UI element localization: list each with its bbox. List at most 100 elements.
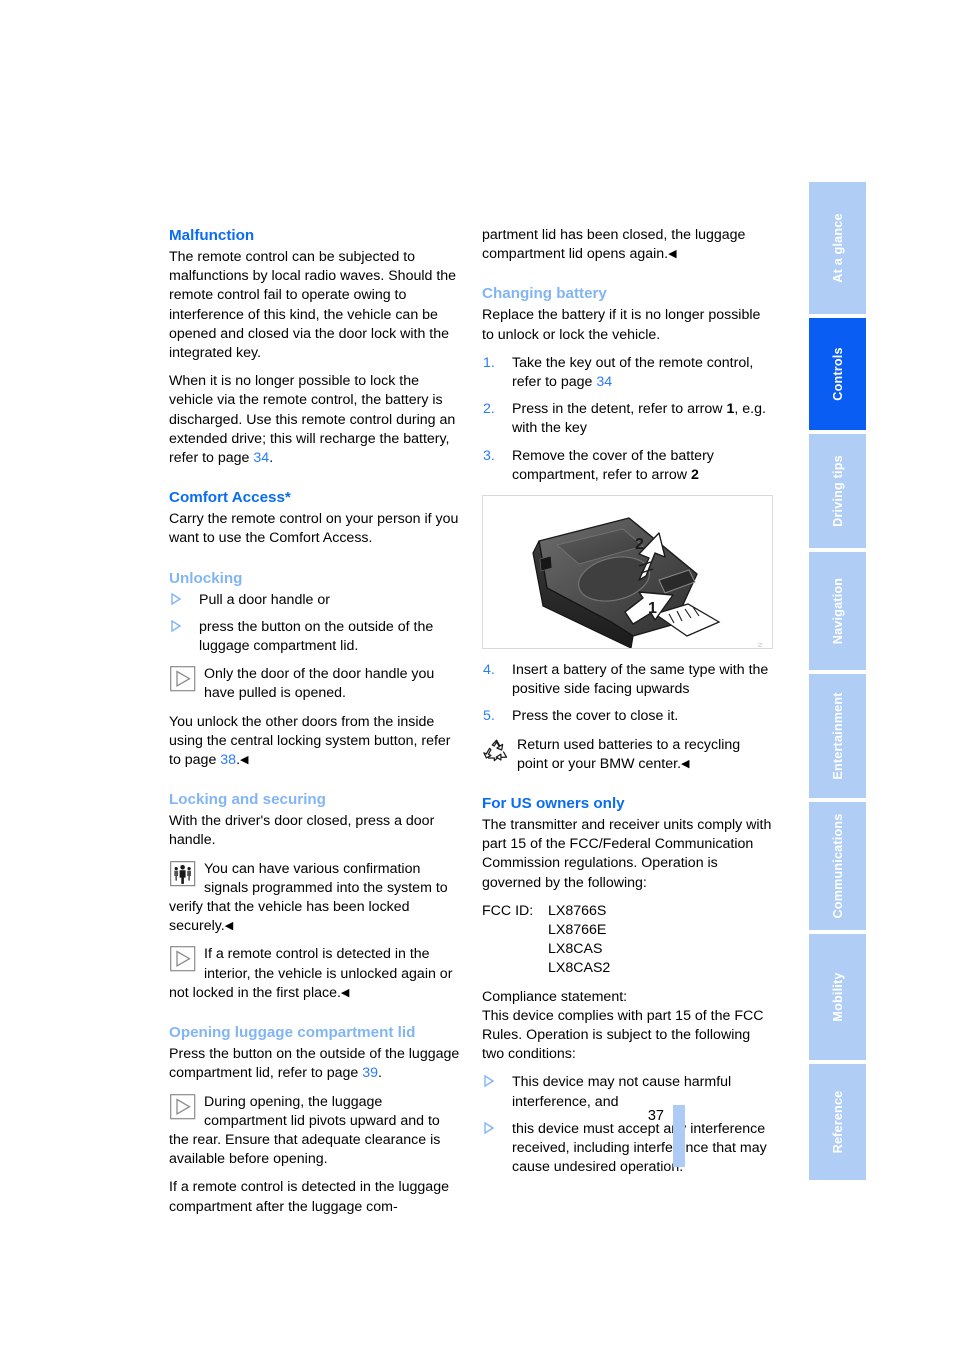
fcc-id-values: LX8766S LX8766E LX8CAS LX8CAS2: [548, 902, 610, 979]
page-reference-39[interactable]: 39: [362, 1065, 378, 1081]
manual-page: Malfunction The remote control can be su…: [0, 0, 954, 1351]
fcc-id-block: FCC ID: LX8766S LX8766E LX8CAS LX8CAS2: [482, 902, 773, 979]
note-recycling-body: Return used batteries to a recycling poi…: [517, 736, 741, 772]
list-item: This device may not cause harmful interf…: [482, 1073, 773, 1111]
tab-entertainment[interactable]: Entertainment: [809, 674, 866, 798]
section-end-marker: ◀: [681, 757, 690, 770]
section-end-marker: ◀: [224, 920, 234, 933]
tab-mobility[interactable]: Mobility: [809, 934, 866, 1060]
fob-side-notch: [539, 555, 553, 572]
note-confirmation-text: You can have various confirmation signal…: [169, 860, 460, 937]
malfunction-p2-tail: .: [269, 450, 274, 467]
step-number: 3.: [483, 447, 495, 464]
tab-label: Controls: [830, 347, 845, 401]
fcc-conditions-list: This device may not cause harmful interf…: [482, 1073, 773, 1177]
list-item: press the button on the outside of the l…: [169, 618, 460, 656]
list-item-label: press the button on the outside of the l…: [199, 618, 434, 655]
fcc-id-value: LX8766S: [548, 902, 607, 919]
opening-luggage-tail: .: [377, 1065, 382, 1082]
heading-unlocking: Unlocking: [169, 569, 243, 587]
changing-battery-steps-after-figure: 4. Insert a battery of the same type wit…: [482, 661, 773, 727]
malfunction-p2-text: When it is no longer possible to lock th…: [169, 373, 456, 467]
list-item-label: Pull a door handle or: [199, 591, 330, 608]
note-luggage-opening-text: During opening, the luggage compartment …: [169, 1093, 441, 1168]
list-item-label: this device must accept any interference…: [512, 1120, 767, 1176]
recycling-icon: [483, 737, 511, 763]
right-text-column: partment lid has been closed, the luggag…: [482, 226, 773, 1187]
left-text-column: Malfunction The remote control can be su…: [169, 226, 460, 1217]
compliance-label: Compliance statement:: [482, 988, 628, 1005]
note-unlocking-text: Only the door of the door handle you hav…: [204, 666, 435, 702]
page-number: 37: [647, 1108, 664, 1124]
fcc-id-value: LX8766E: [548, 922, 607, 939]
note-triangle-icon: [170, 946, 198, 972]
malfunction-paragraph-2: When it is no longer possible to lock th…: [169, 372, 460, 468]
remote-key-battery-diagram: 2 1 VW3629204N: [482, 495, 773, 650]
list-item: this device must accept any interference…: [482, 1120, 773, 1178]
step-text: Remove the cover of the battery compartm…: [512, 447, 714, 483]
step-number: 4.: [483, 662, 495, 679]
figure-caption: VW3629204N: [751, 642, 770, 648]
note-unlocking: Only the door of the door handle you hav…: [169, 665, 460, 703]
tab-label: Mobility: [830, 972, 845, 1022]
heading-for-us-owners-only: For US owners only: [482, 795, 625, 813]
note-interior-body: If a remote control is detected in the i…: [169, 946, 453, 1001]
opening-luggage-continued: If a remote control is detected in the l…: [169, 1179, 449, 1215]
page-reference-38[interactable]: 38: [220, 752, 236, 768]
fcc-id-label: FCC ID:: [482, 902, 534, 919]
note-battery-recycling: Return used batteries to a recycling poi…: [482, 736, 773, 774]
step-number: 2.: [483, 401, 495, 418]
arrow-2-label: 2: [635, 536, 644, 553]
step-text: Press in the detent, refer to arrow: [512, 401, 727, 418]
arrow-label-2: 2: [690, 466, 699, 483]
list-item: 4. Insert a battery of the same type wit…: [482, 661, 773, 699]
opening-luggage-paragraph: Press the button on the outside of the l…: [169, 1045, 460, 1083]
list-item: Pull a door handle or: [169, 591, 460, 610]
tab-communications[interactable]: Communications: [809, 802, 866, 930]
tab-label: Navigation: [830, 577, 845, 645]
list-item: 1. Take the key out of the remote contro…: [482, 354, 773, 392]
tab-label: Entertainment: [830, 692, 845, 780]
step-text: Press the cover to close it.: [512, 708, 679, 725]
malfunction-paragraph-1: The remote control can be subjected to m…: [169, 249, 457, 362]
unlocking-after-note: You unlock the other doors from the insi…: [169, 713, 460, 771]
section-end-marker: ◀: [668, 248, 677, 261]
changing-battery-steps-before-figure: 1. Take the key out of the remote contro…: [482, 354, 773, 485]
list-item: 3. Remove the cover of the battery compa…: [482, 447, 773, 485]
tab-at-a-glance[interactable]: At a glance: [809, 182, 866, 314]
note-interior-detection: If a remote control is detected in the i…: [169, 945, 460, 1003]
section-end-marker: ◀: [240, 754, 249, 767]
tab-label: Communications: [830, 813, 845, 919]
arrow-1-label: 1: [648, 600, 657, 617]
section-tab-rail: At a glance Controls Driving tips Naviga…: [809, 182, 866, 1180]
note-interior-detection-text: If a remote control is detected in the i…: [169, 945, 460, 1003]
tab-driving-tips[interactable]: Driving tips: [809, 434, 866, 548]
page-reference-34[interactable]: 34: [596, 374, 612, 390]
continuation-text: partment lid has been closed, the luggag…: [482, 227, 746, 263]
tab-reference[interactable]: Reference: [809, 1064, 866, 1180]
page-reference-34[interactable]: 34: [253, 450, 269, 466]
heading-malfunction: Malfunction: [169, 227, 255, 244]
heading-comfort-access: Comfort Access*: [169, 489, 291, 507]
tab-controls[interactable]: Controls: [809, 318, 866, 430]
list-item-label: This device may not cause harmful interf…: [512, 1074, 732, 1110]
heading-locking-and-securing: Locking and securing: [169, 791, 326, 809]
heading-opening-luggage-compartment-lid: Opening luggage compartment lid: [169, 1024, 416, 1042]
step-number: 5.: [483, 708, 495, 725]
note-confirmation-signals: You can have various confirmation signal…: [169, 860, 460, 937]
tab-label: At a glance: [830, 213, 845, 283]
heading-changing-battery: Changing battery: [482, 285, 607, 303]
tab-navigation[interactable]: Navigation: [809, 552, 866, 670]
us-owners-intro: The transmitter and receiver units compl…: [482, 817, 772, 891]
triangle-bullet-icon: [484, 1121, 494, 1135]
note-triangle-icon: [170, 1093, 198, 1120]
locking-paragraph: With the driver's door closed, press a d…: [169, 813, 435, 849]
step-text: Take the key out of the remote control, …: [512, 354, 754, 391]
comfort-access-paragraph: Carry the remote control on your person …: [169, 511, 459, 547]
triangle-bullet-icon: [171, 619, 181, 633]
compliance-text: This device complies with part 15 of the…: [482, 1007, 764, 1063]
opening-luggage-text: Press the button on the outside of the l…: [169, 1046, 460, 1082]
fcc-id-value: LX8CAS: [548, 941, 603, 958]
list-item: 5. Press the cover to close it.: [482, 707, 773, 726]
note-confirmation-body: You can have various confirmation signal…: [169, 860, 448, 935]
